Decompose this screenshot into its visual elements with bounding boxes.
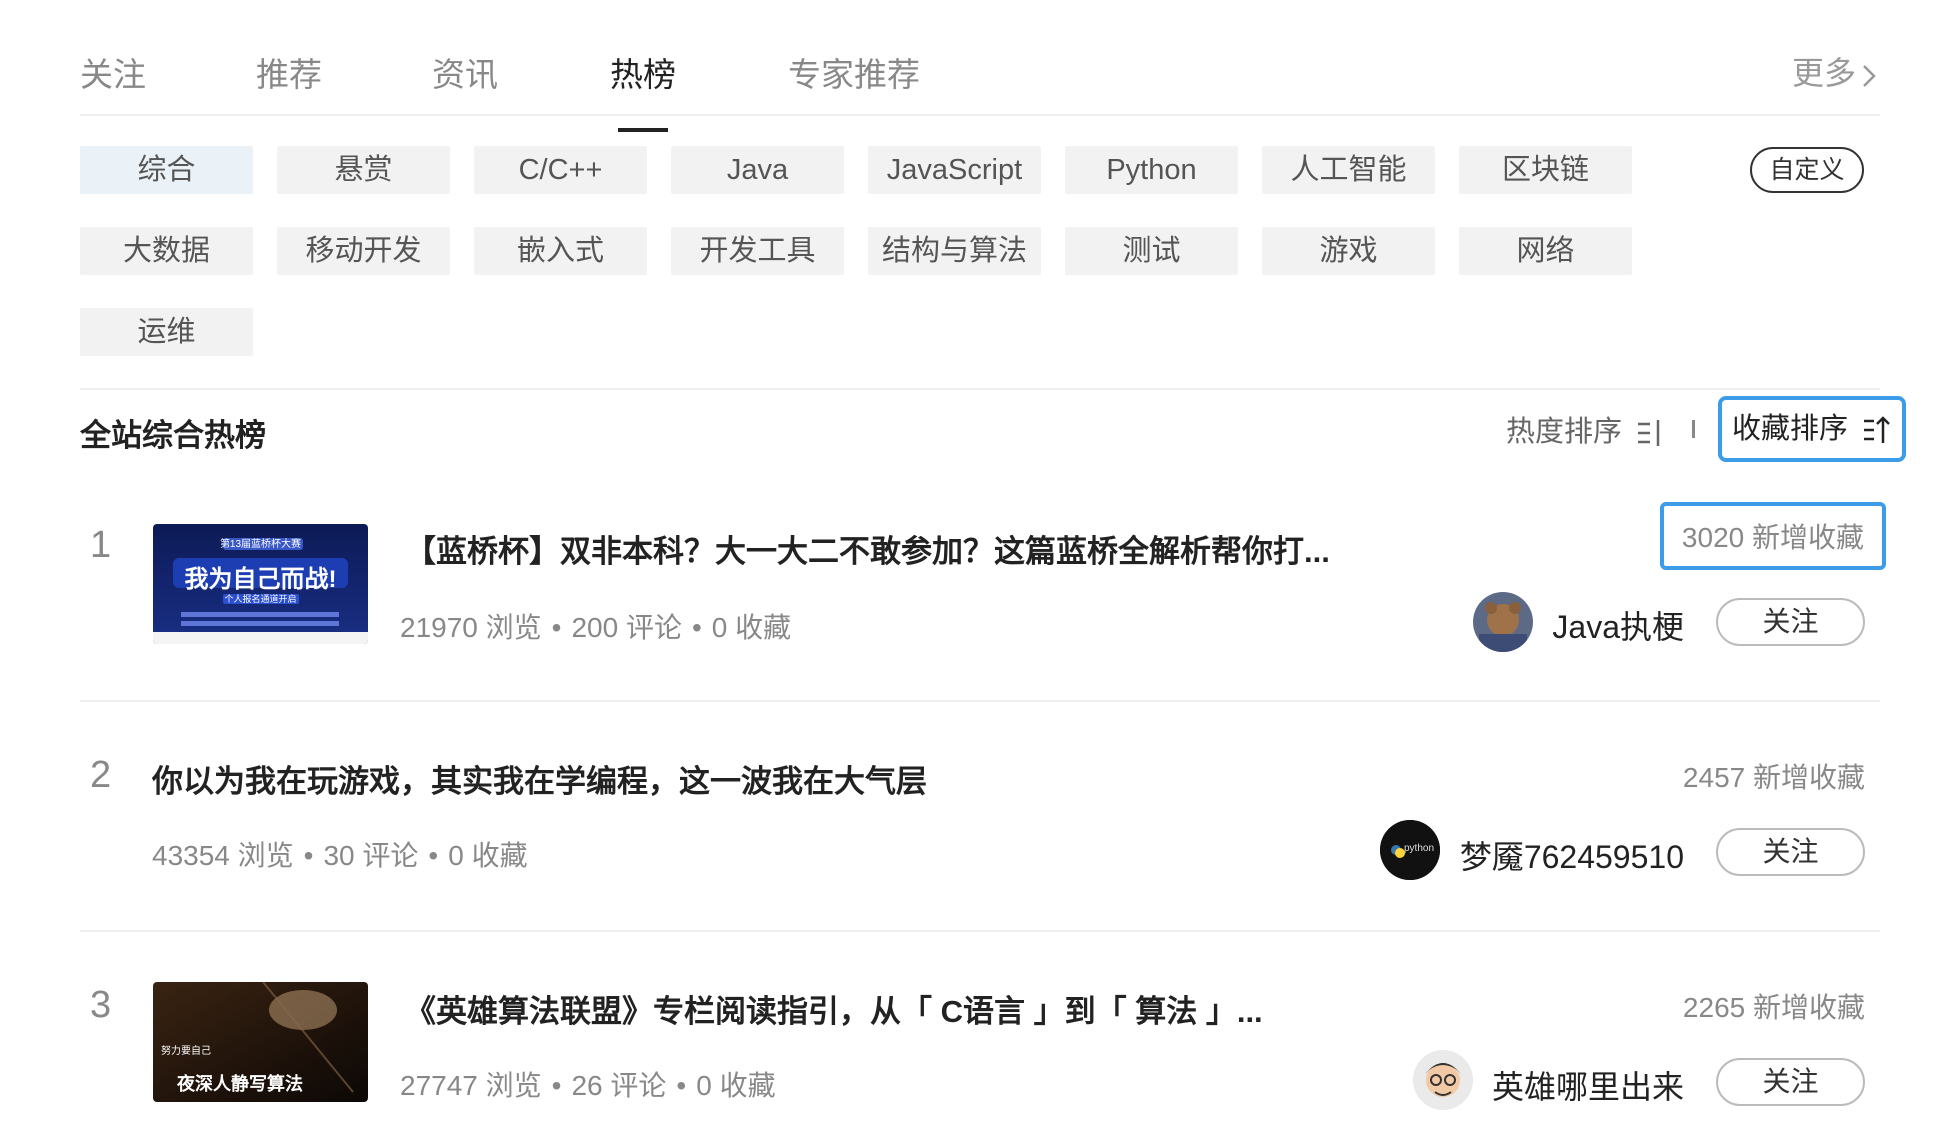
dot-separator-icon: • [428, 840, 439, 871]
comment-count: 26 评论 [571, 1070, 667, 1101]
thumbnail-caption-main: 我为自己而战! [184, 566, 337, 593]
favorite-count: 0 收藏 [711, 612, 792, 643]
new-favorites-count: 3020 新增收藏 [1659, 502, 1886, 570]
author-avatar[interactable] [1413, 1050, 1473, 1110]
follow-button[interactable]: 关注 [1716, 828, 1865, 876]
chip-embedded[interactable]: 嵌入式 [474, 227, 647, 275]
customize-button[interactable]: 自定义 [1750, 147, 1864, 193]
sort-separator [1692, 420, 1695, 438]
bear-avatar-image [1473, 592, 1533, 652]
author-avatar[interactable] [1473, 592, 1533, 652]
chip-java[interactable]: Java [671, 146, 844, 194]
chip-blockchain[interactable]: 区块链 [1459, 146, 1632, 194]
rank-number: 1 [90, 524, 112, 566]
rank-number: 3 [90, 984, 112, 1026]
comment-count: 200 评论 [571, 612, 682, 643]
chip-testing[interactable]: 测试 [1065, 227, 1238, 275]
article-stats: 43354 浏览 • 30 评论 • 0 收藏 [152, 834, 528, 874]
top-nav: 关注 推荐 资讯 热榜 专家推荐 更多 [80, 30, 1880, 132]
article-thumbnail[interactable]: 第13届蓝桥杯大赛 我为自己而战! 个人报名通道开启 [153, 524, 368, 644]
follow-button[interactable]: 关注 [1716, 598, 1865, 646]
tab-expert-recommend[interactable]: 专家推荐 [788, 48, 920, 96]
item-divider [80, 930, 1880, 932]
comment-count: 30 评论 [323, 840, 419, 871]
section-divider [80, 388, 1880, 390]
tab-recommend[interactable]: 推荐 [256, 48, 322, 96]
author-avatar[interactable]: python [1380, 820, 1440, 880]
author-name[interactable]: 英雄哪里出来 [1492, 1062, 1684, 1108]
chip-ops[interactable]: 运维 [80, 308, 253, 356]
tab-hot-list-label: 热榜 [610, 56, 676, 93]
thumbnail-caption-top: 第13届蓝桥杯大赛 [219, 539, 302, 550]
dot-separator-icon: • [691, 612, 702, 643]
view-count: 21970 浏览 [400, 612, 542, 643]
article-stats: 21970 浏览 • 200 评论 • 0 收藏 [400, 606, 791, 646]
list-item: 2 你以为我在玩游戏，其实我在学编程，这一波我在大气层 43354 浏览 • 30 … [80, 730, 1880, 932]
thumbnail-caption-sub: 个人报名通道开启 [224, 594, 297, 604]
view-count: 43354 浏览 [152, 840, 294, 871]
chip-python[interactable]: Python [1065, 146, 1238, 194]
chevron-right-icon [1863, 64, 1876, 87]
thumbnail-caption-main: 夜深人静写算法 [177, 1074, 303, 1094]
view-count: 27747 浏览 [400, 1070, 542, 1101]
avatar-label: python [1404, 843, 1435, 854]
tab-follow[interactable]: 关注 [80, 48, 146, 96]
sort-up-arrow-icon [1864, 416, 1890, 444]
more-label: 更多 [1791, 55, 1856, 91]
rank-number: 2 [90, 754, 112, 796]
chip-mobile-dev[interactable]: 移动开发 [277, 227, 450, 275]
list-item: 1 第13届蓝桥杯大赛 我为自己而战! 个人报名通道开启 【蓝桥杯】双非本科？大… [80, 500, 1886, 702]
chip-big-data[interactable]: 大数据 [80, 227, 253, 275]
article-title[interactable]: 《英雄算法联盟》专栏阅读指引，从「 C语言 」到「 算法 」... [405, 986, 1263, 1031]
follow-button[interactable]: 关注 [1716, 1058, 1865, 1106]
chip-dev-tools[interactable]: 开发工具 [671, 227, 844, 275]
thumbnail-caption-quote: 努力要自己 [161, 1046, 211, 1057]
new-favorites-count: 2457 新增收藏 [1682, 762, 1865, 793]
sort-lines-icon [1638, 420, 1660, 447]
sort-by-heat-label: 热度排序 [1506, 416, 1623, 448]
tab-hot-list[interactable]: 热榜 [610, 48, 676, 132]
dot-separator-icon: • [676, 1070, 687, 1101]
chip-games[interactable]: 游戏 [1262, 227, 1435, 275]
active-tab-underline [618, 128, 668, 132]
chip-ai[interactable]: 人工智能 [1262, 146, 1435, 194]
article-title[interactable]: 【蓝桥杯】双非本科？大一大二不敢参加？这篇蓝桥全解析帮你打... [405, 526, 1330, 571]
article-stats: 27747 浏览 • 26 评论 • 0 收藏 [400, 1064, 776, 1104]
section-title: 全站综合热榜 [80, 418, 266, 453]
author-name[interactable]: 梦魇762459510 [1460, 832, 1684, 878]
favorite-count: 0 收藏 [696, 1070, 776, 1101]
chip-bounty[interactable]: 悬赏 [277, 146, 450, 194]
new-favorites-count: 2265 新增收藏 [1682, 992, 1865, 1023]
sort-by-favorites-label: 收藏排序 [1731, 413, 1848, 445]
more-link[interactable]: 更多 [1792, 48, 1876, 94]
sort-by-favorites-button[interactable]: 收藏排序 [1718, 396, 1906, 462]
chip-general[interactable]: 综合 [80, 146, 253, 194]
item-divider [80, 700, 1880, 702]
article-thumbnail[interactable]: 努力要自己 夜深人静写算法 [153, 982, 368, 1102]
chip-javascript[interactable]: JavaScript [868, 146, 1041, 194]
tab-news[interactable]: 资讯 [432, 48, 498, 96]
dot-separator-icon: • [303, 840, 314, 871]
dot-separator-icon: • [551, 1070, 562, 1101]
cartoon-face-avatar-image [1413, 1050, 1473, 1110]
author-name[interactable]: Java执梗 [1552, 602, 1684, 648]
favorite-count: 0 收藏 [448, 840, 528, 871]
chip-c-cpp[interactable]: C/C++ [474, 146, 647, 194]
list-item: 3 努力要自己 夜深人静写算法 《英雄算法联盟》专栏阅读指引，从「 C语言 」到… [80, 960, 1880, 1126]
hot-list-page: 关注 推荐 资讯 热榜 专家推荐 更多 综合 悬赏 C/C++ Java Jav… [0, 0, 1938, 1126]
dot-separator-icon: • [551, 612, 562, 643]
chip-network[interactable]: 网络 [1459, 227, 1632, 275]
chip-algorithms[interactable]: 结构与算法 [868, 227, 1041, 275]
article-title[interactable]: 你以为我在玩游戏，其实我在学编程，这一波我在大气层 [152, 756, 927, 801]
sort-by-heat-button[interactable]: 热度排序 [1506, 408, 1664, 450]
